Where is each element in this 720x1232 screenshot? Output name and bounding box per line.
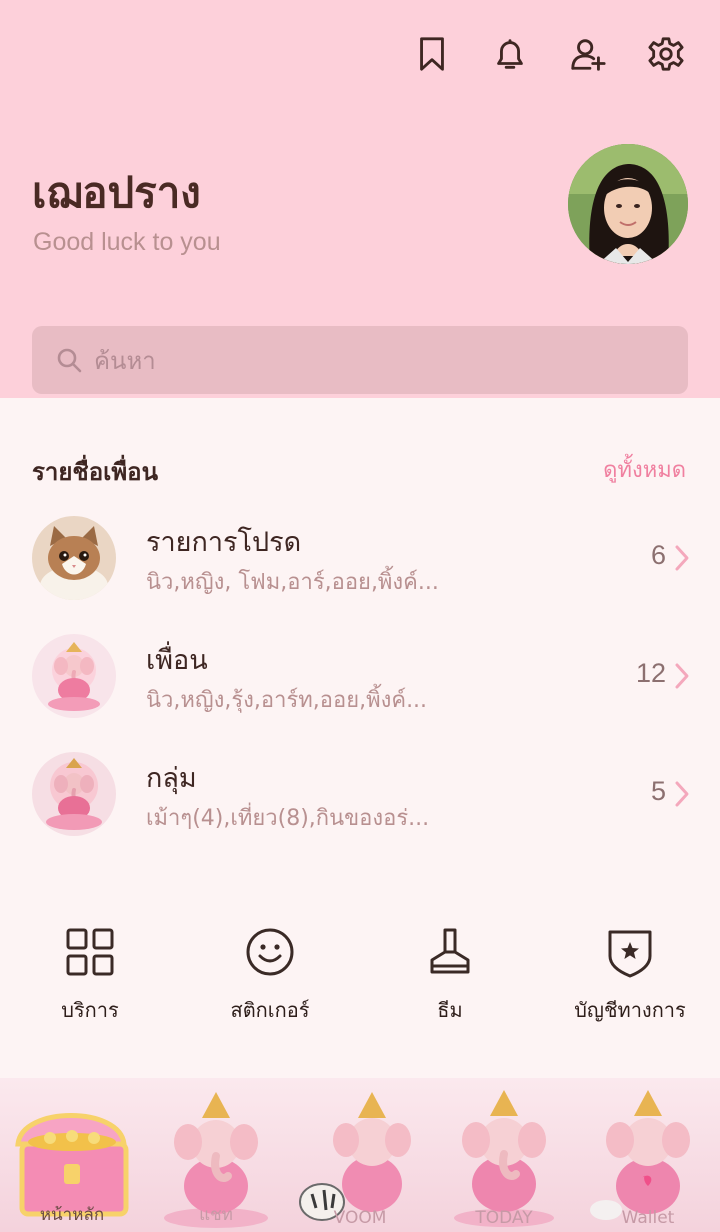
tab-label: แชท	[199, 1205, 233, 1225]
settings-button[interactable]	[646, 32, 686, 76]
groups-thumbnail	[32, 752, 116, 836]
header-toolbar	[412, 32, 686, 76]
bottom-tab-bar: หน้าหลัก แชท VOOM TODAY Wallet	[0, 1078, 720, 1232]
list-item-count: 6	[650, 540, 666, 570]
avatar[interactable]	[568, 144, 688, 264]
themes-label: ธีม	[437, 998, 463, 1022]
chevron-right-icon	[675, 545, 689, 571]
list-item-title: กลุ่ม	[146, 763, 197, 794]
grid-icon	[66, 928, 114, 976]
tab-label: TODAY	[475, 1208, 533, 1228]
search-input[interactable]: ค้นหา	[32, 326, 688, 394]
notifications-button[interactable]	[490, 32, 530, 76]
brush-icon	[430, 928, 470, 974]
tab-wallet[interactable]: Wallet	[576, 1078, 720, 1232]
tab-label: Wallet	[621, 1208, 675, 1228]
tab-today[interactable]: TODAY	[432, 1078, 576, 1232]
search-icon	[57, 348, 82, 373]
gear-icon	[648, 37, 684, 71]
status-message[interactable]: Good luck to you	[33, 228, 221, 257]
friends-thumbnail	[32, 634, 116, 718]
official-accounts-label: บัญชีทางการ	[574, 998, 686, 1022]
list-item-title: เพื่อน	[146, 645, 208, 676]
official-accounts-button[interactable]: บัญชีทางการ	[540, 924, 720, 1034]
view-all-link[interactable]: ดูทั้งหมด	[603, 452, 686, 487]
smiley-icon	[246, 928, 294, 976]
tab-chat[interactable]: แชท	[144, 1078, 288, 1232]
profile-header: เฌอปราง Good luck to you ค้นหา	[0, 0, 720, 398]
list-item-count: 12	[635, 658, 666, 688]
search-placeholder: ค้นหา	[94, 346, 156, 375]
services-label: บริการ	[61, 998, 119, 1022]
add-friend-button[interactable]	[568, 32, 608, 76]
tab-label: VOOM	[333, 1208, 387, 1228]
bookmark-icon	[420, 37, 444, 71]
add-friend-icon	[571, 39, 606, 71]
list-item-groups[interactable]: กลุ่ม เม้าๆ(4),เที่ยว(8),กินของอร่... 5	[0, 752, 720, 852]
friends-section-title: รายชื่อเพื่อน	[32, 458, 158, 486]
list-item-subtitle: เม้าๆ(4),เที่ยว(8),กินของอร่...	[146, 806, 430, 831]
ganesha-image	[32, 752, 116, 836]
cat-photo	[32, 516, 116, 600]
official-shield-icon	[608, 930, 652, 978]
list-item-count: 5	[650, 776, 666, 806]
list-item-friends[interactable]: เพื่อน นิว,หญิง,รุ้ง,อาร์ท,ออย,พิ้งค์...…	[0, 634, 720, 734]
stickers-label: สติกเกอร์	[230, 998, 310, 1022]
stickers-button[interactable]: สติกเกอร์	[180, 924, 360, 1034]
bell-icon	[497, 39, 523, 69]
themes-button[interactable]: ธีม	[360, 924, 540, 1034]
list-item-title: รายการโปรด	[146, 527, 302, 558]
tab-voom[interactable]: VOOM	[288, 1078, 432, 1232]
tab-label: หน้าหลัก	[39, 1205, 105, 1225]
chevron-right-icon	[675, 663, 689, 689]
ganesha-image	[32, 634, 116, 718]
bookmark-button[interactable]	[412, 32, 452, 76]
list-item-subtitle: นิว,หญิง,รุ้ง,อาร์ท,ออย,พิ้งค์...	[146, 688, 428, 713]
services-button[interactable]: บริการ	[0, 924, 180, 1034]
favorites-thumbnail	[32, 516, 116, 600]
chevron-right-icon	[675, 781, 689, 807]
tab-home[interactable]: หน้าหลัก	[0, 1078, 144, 1232]
avatar-photo	[568, 144, 688, 264]
list-item-subtitle: นิว,หญิง, โฟม,อาร์,ออย,พิ้งค์...	[146, 570, 439, 595]
list-item-favorites[interactable]: รายการโปรด นิว,หญิง, โฟม,อาร์,ออย,พิ้งค์…	[0, 516, 720, 616]
profile-name[interactable]: เฌอปราง	[32, 160, 201, 226]
